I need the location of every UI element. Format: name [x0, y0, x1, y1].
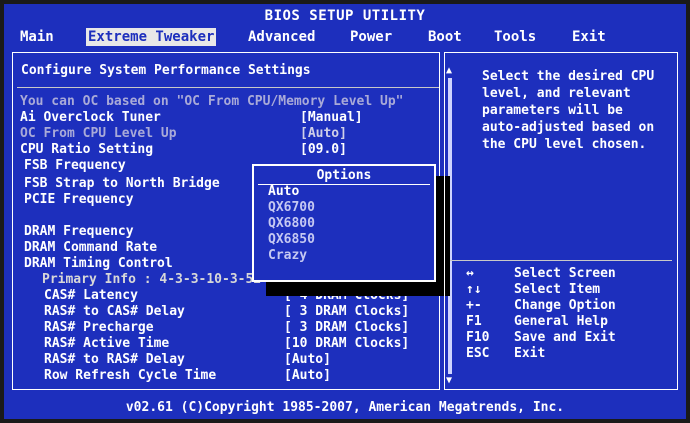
tab-power[interactable]: Power [348, 28, 394, 46]
setting-label: Ai Overclock Tuner [20, 110, 161, 125]
setting-label: RAS# to CAS# Delay [44, 304, 185, 319]
options-popup: Options Auto QX6700 QX6800 QX6850 Crazy [252, 164, 436, 282]
setting-label: OC From CPU Level Up [20, 126, 177, 141]
help-line: auto-adjusted based on [482, 120, 655, 135]
help-line: the CPU level chosen. [482, 137, 647, 152]
copyright-footer: v02.61 (C)Copyright 1985-2007, American … [125, 400, 565, 415]
key-description: Save and Exit [514, 330, 616, 345]
key-description: Select Item [514, 282, 601, 297]
bios-title: BIOS SETUP UTILITY [264, 8, 426, 24]
setting-label: DRAM Timing Control [24, 256, 173, 271]
help-line: Select the desired CPU [482, 69, 655, 84]
setting-ras-to-cas-delay[interactable]: RAS# to CAS# Delay [ 3 DRAM Clocks] [44, 304, 409, 320]
option-auto[interactable]: Auto [268, 184, 299, 200]
setting-value: [Auto] [284, 368, 331, 383]
tab-tools[interactable]: Tools [492, 28, 538, 46]
option-crazy[interactable]: Crazy [268, 248, 307, 264]
help-text: Select the desired CPU level, and releva… [482, 68, 682, 153]
option-qx6800[interactable]: QX6800 [268, 216, 315, 232]
setting-value: [Manual] [300, 110, 363, 125]
setting-ai-overclock-tuner[interactable]: Ai Overclock Tuner [Manual] [20, 110, 363, 126]
setting-oc-from-cpu-level-up[interactable]: OC From CPU Level Up [Auto] [20, 126, 347, 142]
setting-ras-to-ras-delay[interactable]: RAS# to RAS# Delay [Auto] [44, 352, 331, 368]
setting-label: Row Refresh Cycle Time [44, 368, 217, 383]
tab-extreme-tweaker[interactable]: Extreme Tweaker [86, 28, 217, 46]
setting-value: [ 3 DRAM Clocks] [284, 304, 410, 319]
setting-pcie-frequency[interactable]: PCIE Frequency [24, 192, 134, 208]
setting-value: [10 DRAM Clocks] [284, 336, 410, 351]
panel-heading: Configure System Performance Settings [21, 63, 311, 78]
option-qx6700[interactable]: QX6700 [268, 200, 315, 216]
setting-value: [Auto] [300, 126, 347, 141]
setting-label: CPU Ratio Setting [20, 142, 154, 157]
key-label: F1 [466, 314, 482, 329]
setting-cpu-ratio[interactable]: CPU Ratio Setting [09.0] [20, 142, 347, 158]
key-description: General Help [514, 314, 608, 329]
setting-ras-precharge[interactable]: RAS# Precharge [ 3 DRAM Clocks] [44, 320, 409, 336]
setting-value: [ 3 DRAM Clocks] [284, 320, 410, 335]
popup-title: Options [316, 168, 372, 183]
setting-value: [09.0] [300, 142, 347, 157]
help-divider [450, 260, 672, 261]
option-qx6850[interactable]: QX6850 [268, 232, 315, 248]
help-line: level, and relevant [482, 86, 631, 101]
setting-dram-command-rate[interactable]: DRAM Command Rate [24, 240, 157, 256]
bios-screen: BIOS SETUP UTILITY Main Extreme Tweaker … [4, 4, 686, 419]
setting-label: RAS# Precharge [44, 320, 154, 335]
key-label: ESC [466, 346, 490, 361]
key-label: F10 [466, 330, 490, 345]
setting-dram-timing-control[interactable]: DRAM Timing Control [24, 256, 173, 272]
key-description: Select Screen [514, 266, 616, 281]
setting-label: RAS# Active Time [44, 336, 170, 351]
setting-label: FSB Frequency [24, 158, 126, 173]
plus-minus-icon: +- [466, 298, 482, 313]
oc-notice: You can OC based on "OC From CPU/Memory … [20, 94, 404, 109]
setting-row-refresh-cycle[interactable]: Row Refresh Cycle Time [Auto] [44, 368, 331, 384]
setting-label: DRAM Command Rate [24, 240, 158, 255]
key-description: Exit [514, 346, 546, 361]
setting-fsb-strap[interactable]: FSB Strap to North Bridge [24, 176, 220, 192]
key-description: Change Option [514, 298, 616, 313]
tab-exit[interactable]: Exit [570, 28, 608, 46]
setting-ras-active-time[interactable]: RAS# Active Time [10 DRAM Clocks] [44, 336, 409, 352]
menu-bar: Main Extreme Tweaker Advanced Power Boot… [4, 26, 686, 48]
panel-divider [17, 87, 439, 88]
setting-label: DRAM Frequency [24, 224, 134, 239]
setting-label: CAS# Latency [44, 288, 138, 303]
setting-cas-latency[interactable]: CAS# Latency [ 4 DRAM Clocks] [44, 288, 409, 304]
left-right-arrow-icon: ↔ [466, 266, 474, 281]
help-line: parameters will be [482, 103, 623, 118]
setting-label: RAS# to RAS# Delay [44, 352, 185, 367]
tab-advanced[interactable]: Advanced [246, 28, 317, 46]
setting-label: PCIE Frequency [24, 192, 134, 207]
up-down-arrow-icon: ↑↓ [466, 282, 482, 297]
setting-label: FSB Strap to North Bridge [24, 176, 220, 191]
setting-fsb-frequency[interactable]: FSB Frequency [24, 158, 126, 174]
tab-boot[interactable]: Boot [426, 28, 464, 46]
setting-dram-frequency[interactable]: DRAM Frequency [24, 224, 134, 240]
tab-main[interactable]: Main [18, 28, 56, 46]
setting-value: [Auto] [284, 352, 331, 367]
